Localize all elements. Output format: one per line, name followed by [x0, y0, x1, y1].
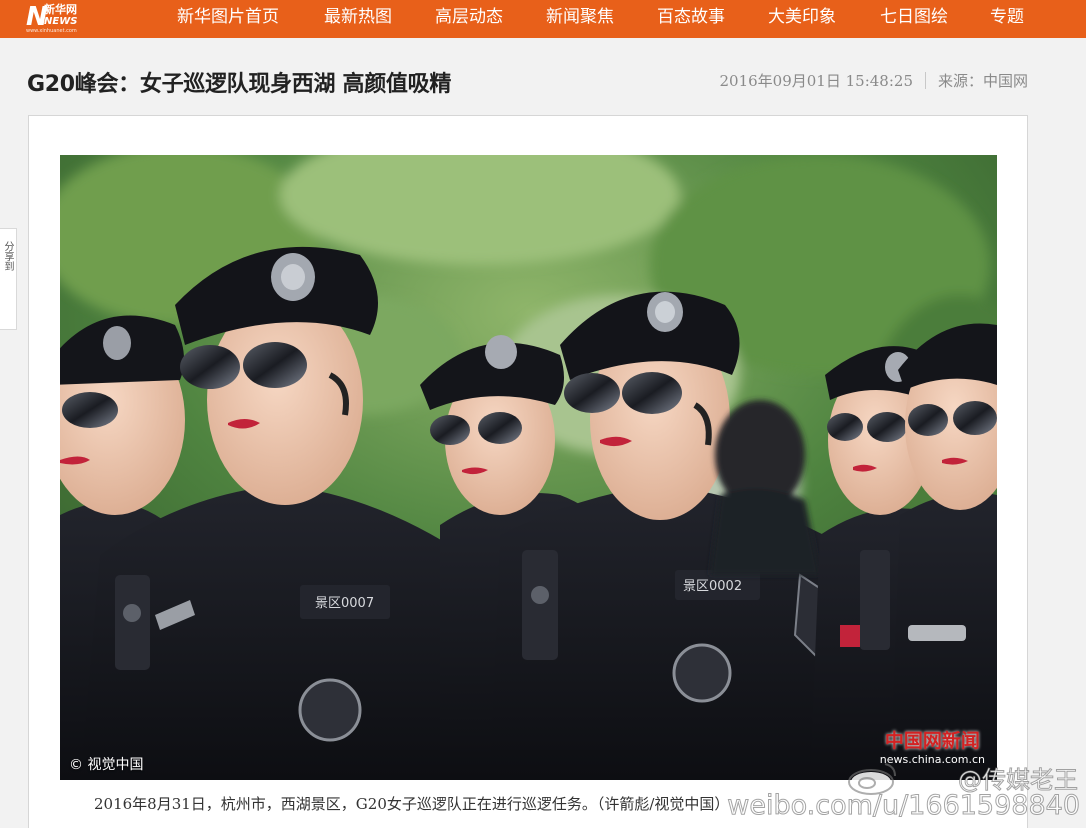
badge-left-text: 景区0007 [315, 596, 374, 611]
logo-news: NEWS [44, 16, 78, 27]
meta-divider [924, 72, 926, 89]
nav-item-special[interactable]: 专题 [990, 0, 1024, 38]
logo-chinese: 新华网 [44, 3, 77, 16]
watermark-cn: 中国网新闻 [884, 730, 980, 752]
share-side-tab[interactable]: 分享到 [0, 228, 17, 330]
photo-credit: © 视觉中国 [69, 757, 144, 773]
article-source: 来源：中国网 [937, 72, 1028, 90]
nav-item-leadership[interactable]: 高层动态 [435, 0, 503, 38]
weibo-url: weibo.com/u/1661598840 [727, 790, 1081, 822]
top-nav-bar: N 新华网 NEWS www.xinhuanet.com 新华图片首页 最新热图… [0, 0, 1086, 38]
nav-item-stories[interactable]: 百态故事 [657, 0, 725, 38]
article-meta: 2016年09月01日 15:48:25 来源：中国网 [719, 70, 1028, 91]
logo-url: www.xinhuanet.com [26, 28, 77, 34]
badge-center-text: 景区0002 [683, 579, 742, 594]
nav-item-seven-days[interactable]: 七日图绘 [880, 0, 948, 38]
article-title: G20峰会：女子巡逻队现身西湖 高颜值吸精 [27, 72, 452, 97]
share-side-tab-label: 分享到 [2, 241, 13, 271]
photo-illustration: 景区0007 景区0002 [60, 155, 997, 780]
photo-caption: 2016年8月31日，杭州市，西湖景区，G20女子巡逻队正在进行巡逻任务。（许箭… [94, 795, 730, 813]
xinhua-logo[interactable]: N 新华网 NEWS www.xinhuanet.com [26, 3, 90, 35]
article-datetime: 2016年09月01日 15:48:25 [719, 72, 913, 90]
nav-item-impressions[interactable]: 大美印象 [768, 0, 836, 38]
article-photo[interactable]: 景区0007 景区0002 © 视觉中国 中国网新闻 news.china.co… [60, 155, 997, 780]
nav-item-photo-home[interactable]: 新华图片首页 [177, 0, 279, 38]
nav-item-hot[interactable]: 最新热图 [324, 0, 392, 38]
nav-item-news-focus[interactable]: 新闻聚焦 [546, 0, 614, 38]
